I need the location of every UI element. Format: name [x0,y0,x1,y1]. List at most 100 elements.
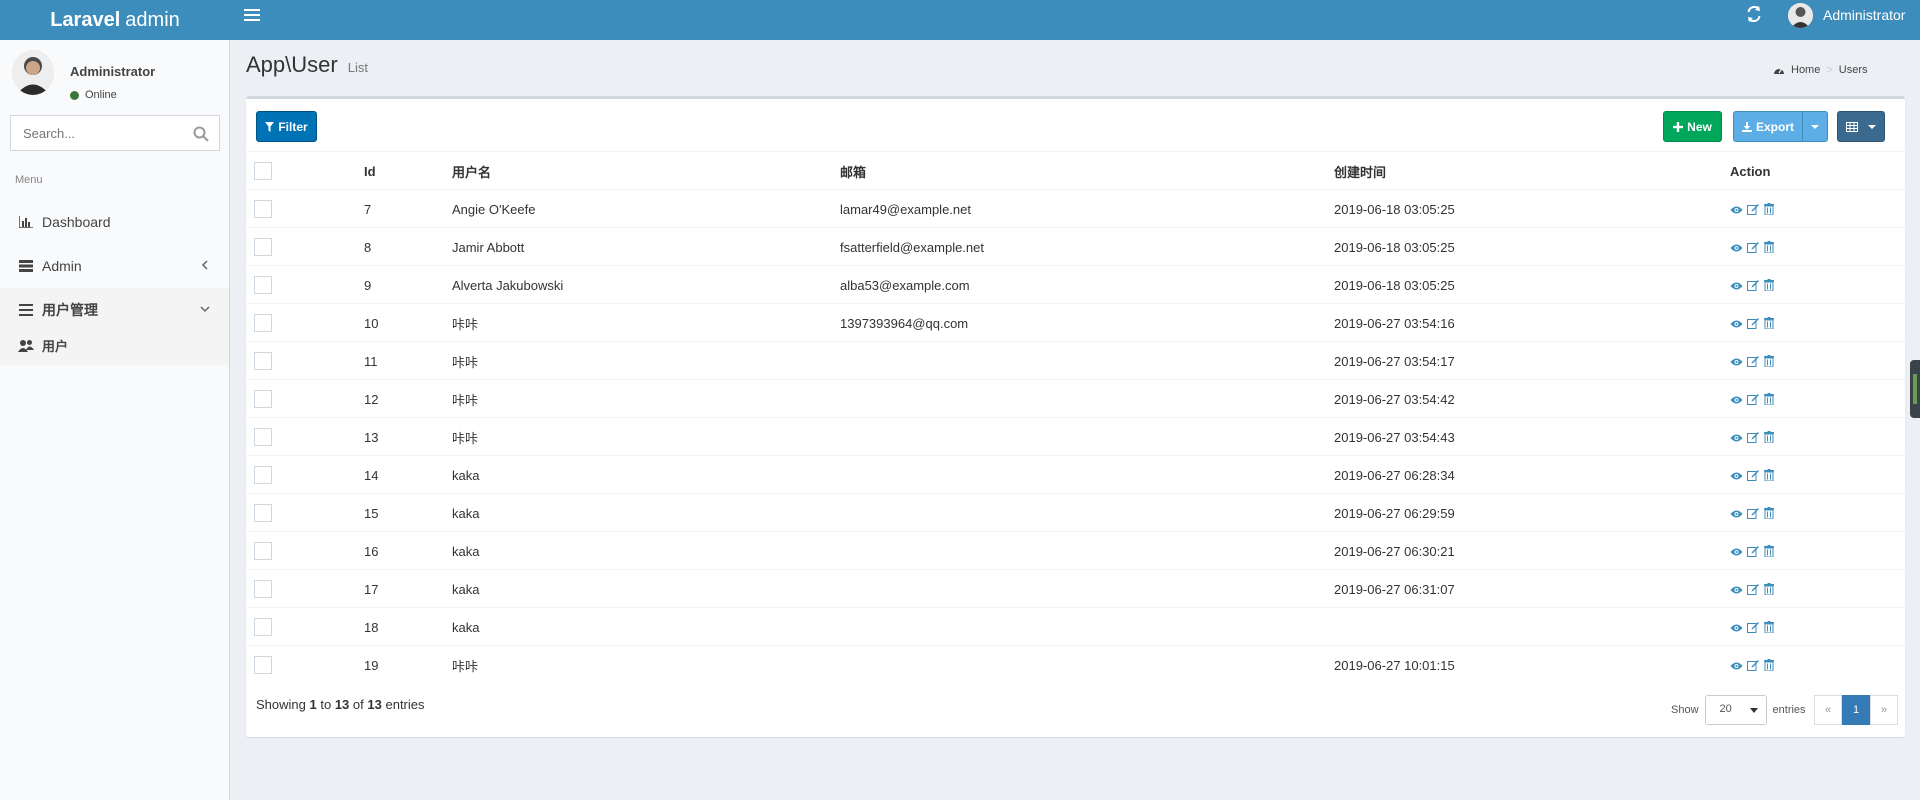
eye-icon[interactable] [1730,203,1743,216]
row-checkbox[interactable] [254,390,272,408]
cell-created: 2019-06-27 06:30:21 [1334,543,1455,559]
sidebar-item-dashboard[interactable]: Dashboard [0,200,229,244]
sidebar-toggle-icon[interactable] [244,6,260,24]
eye-icon[interactable] [1730,279,1743,292]
cell-id: 12 [364,391,379,407]
cell-id: 15 [364,505,379,521]
sidebar-item-users[interactable]: 用户 [18,335,68,355]
cell-created: 2019-06-27 06:28:34 [1334,467,1455,483]
row-checkbox[interactable] [254,466,272,484]
cell-name: 咔咔 [452,658,479,674]
row-checkbox[interactable] [254,580,272,598]
select-all-checkbox[interactable] [254,162,272,180]
table-row: 13 咔咔 2019-06-27 03:54:43 [246,417,1905,455]
show-label: Show [1671,704,1699,716]
filter-button[interactable]: Filter [256,111,317,142]
cell-created: 2019-06-27 06:31:07 [1334,581,1455,597]
edit-icon[interactable] [1747,469,1760,482]
eye-icon[interactable] [1730,317,1743,330]
refresh-icon[interactable] [1746,6,1762,22]
trash-icon[interactable] [1764,582,1777,596]
side-panel-handle[interactable] [1910,360,1920,418]
eye-icon[interactable] [1730,507,1743,520]
edit-icon[interactable] [1747,241,1760,254]
row-checkbox[interactable] [254,276,272,294]
column-selector-button[interactable] [1837,111,1885,142]
column-header-name[interactable]: 用户名 [452,152,491,190]
row-checkbox[interactable] [254,656,272,674]
users-table: Id 用户名 邮箱 创建时间 Action 7 Angie O'Keefe lama… [246,151,1905,683]
edit-icon[interactable] [1747,545,1760,558]
row-checkbox[interactable] [254,352,272,370]
cell-actions [1730,190,1777,228]
breadcrumb-home[interactable]: Home [1791,64,1820,76]
row-checkbox[interactable] [254,314,272,332]
trash-icon[interactable] [1764,316,1777,330]
column-header-id[interactable]: Id [364,152,376,190]
pagination-next[interactable]: » [1870,695,1898,725]
eye-icon[interactable] [1730,393,1743,406]
eye-icon[interactable] [1730,241,1743,254]
row-select-cell [254,190,272,228]
edit-icon[interactable] [1747,203,1760,216]
row-checkbox[interactable] [254,238,272,256]
edit-icon[interactable] [1747,621,1760,634]
row-checkbox[interactable] [254,428,272,446]
column-header-email[interactable]: 邮箱 [840,152,866,190]
cell-name: kaka [452,619,480,635]
per-page-select[interactable]: 20 [1704,695,1767,725]
new-button[interactable]: New [1663,111,1722,142]
eye-icon[interactable] [1730,469,1743,482]
content-header: App\User List [246,52,368,82]
trash-icon[interactable] [1764,278,1777,292]
pagination-prev[interactable]: « [1814,695,1842,725]
column-header-created[interactable]: 创建时间 [1334,152,1386,190]
eye-icon[interactable] [1730,431,1743,444]
trash-icon[interactable] [1764,468,1777,482]
trash-icon[interactable] [1764,506,1777,520]
row-checkbox[interactable] [254,618,272,636]
edit-icon[interactable] [1747,393,1760,406]
edit-icon[interactable] [1747,355,1760,368]
cell-id: 13 [364,429,379,445]
trash-icon[interactable] [1764,544,1777,558]
edit-icon[interactable] [1747,659,1760,672]
user-menu[interactable]: Administrator [1788,2,1905,28]
trash-icon[interactable] [1764,202,1777,216]
row-checkbox[interactable] [254,200,272,218]
trash-icon[interactable] [1764,240,1777,254]
search-input[interactable] [11,116,171,150]
export-button[interactable]: Export [1733,111,1803,142]
cell-created: 2019-06-27 03:54:42 [1334,391,1455,407]
trash-icon[interactable] [1764,354,1777,368]
cell-id: 14 [364,467,379,483]
cell-name: kaka [452,581,480,597]
sidebar-item-admin[interactable]: Admin [0,244,229,288]
filter-icon [265,121,275,132]
eye-icon[interactable] [1730,583,1743,596]
eye-icon[interactable] [1730,621,1743,634]
export-dropdown-toggle[interactable] [1802,111,1828,142]
edit-icon[interactable] [1747,507,1760,520]
edit-icon[interactable] [1747,317,1760,330]
trash-icon[interactable] [1764,392,1777,406]
sidebar-item-user-management[interactable]: 用户管理 [0,288,229,332]
info-showing: Showing [256,697,306,712]
avatar [1788,2,1813,28]
edit-icon[interactable] [1747,583,1760,596]
pagination-page[interactable]: 1 [1842,695,1870,725]
eye-icon[interactable] [1730,545,1743,558]
eye-icon[interactable] [1730,355,1743,368]
trash-icon[interactable] [1764,658,1777,672]
cell-created: 2019-06-18 03:05:25 [1334,239,1455,255]
edit-icon[interactable] [1747,279,1760,292]
edit-icon[interactable] [1747,431,1760,444]
trash-icon[interactable] [1764,620,1777,634]
row-checkbox[interactable] [254,504,272,522]
row-checkbox[interactable] [254,542,272,560]
eye-icon[interactable] [1730,659,1743,672]
trash-icon[interactable] [1764,430,1777,444]
search-icon[interactable] [193,126,209,142]
app-logo[interactable]: Laravel admin [0,0,230,40]
cell-name: 咔咔 [452,430,479,446]
